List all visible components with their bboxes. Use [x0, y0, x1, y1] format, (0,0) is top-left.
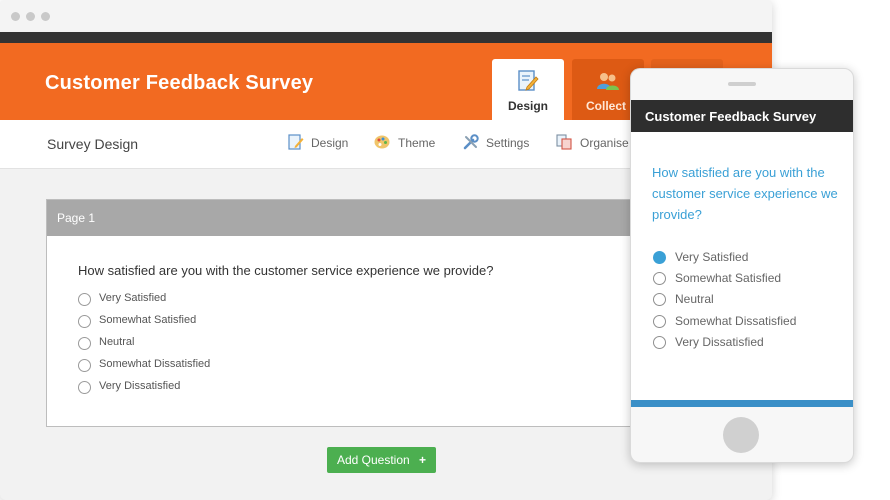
option-label: Somewhat Satisfied — [99, 314, 197, 326]
option-label: Somewhat Dissatisfied — [675, 314, 797, 328]
pencil-icon — [288, 134, 304, 150]
subnav-theme[interactable]: Theme — [398, 136, 435, 150]
radio-button[interactable] — [653, 293, 666, 306]
phone-home-button[interactable] — [723, 417, 759, 453]
phone-mockup: Customer Feedback Survey How satisfied a… — [630, 68, 854, 463]
radio-button[interactable] — [78, 381, 91, 394]
window-dot-2[interactable] — [26, 12, 35, 21]
pencil-paper-icon — [518, 70, 539, 91]
radio-button[interactable] — [78, 359, 91, 372]
radio-button[interactable] — [78, 337, 91, 350]
phone-title: Customer Feedback Survey — [645, 109, 817, 124]
subnav-organise[interactable]: Organise — [580, 136, 629, 150]
tab-design-label: Design — [507, 99, 548, 113]
radio-button[interactable] — [78, 293, 91, 306]
window-titlebar — [0, 0, 772, 32]
radio-button-selected[interactable] — [653, 251, 666, 264]
palette-icon — [374, 135, 390, 149]
option-label: Neutral — [675, 292, 714, 306]
option-label: Somewhat Dissatisfied — [99, 358, 211, 370]
option-label: Very Satisfied — [99, 292, 167, 304]
organise-icon — [556, 134, 572, 150]
subnav-settings[interactable]: Settings — [486, 136, 529, 150]
add-question-button[interactable]: Add Question + — [327, 447, 436, 473]
tools-icon — [463, 134, 479, 150]
subnav-design[interactable]: Design — [311, 136, 348, 150]
survey-page-card: Page 1 How satisfied are you with the cu… — [46, 199, 668, 427]
header-title: Customer Feedback Survey — [45, 72, 314, 94]
page-label: Page 1 — [57, 211, 96, 225]
phone-screen: Customer Feedback Survey How satisfied a… — [631, 100, 853, 407]
question-text: How satisfied are you with the customer … — [78, 263, 494, 278]
radio-button[interactable] — [653, 336, 666, 349]
window-dot-1[interactable] — [11, 12, 20, 21]
phone-bottom-bar — [631, 400, 853, 407]
page-header: Page 1 — [47, 200, 667, 236]
radio-button[interactable] — [78, 315, 91, 328]
plus-icon: + — [419, 453, 427, 467]
phone-question-text: How satisfied are you with the customer … — [652, 165, 838, 222]
option-label: Very Dissatisfied — [675, 335, 764, 349]
option-label: Somewhat Satisfied — [675, 271, 782, 285]
subnav-title: Survey Design — [47, 136, 139, 152]
phone-speaker — [728, 82, 756, 86]
add-question-label: Add Question — [336, 453, 410, 467]
radio-button[interactable] — [653, 315, 666, 328]
option-label: Neutral — [99, 336, 135, 348]
phone-header: Customer Feedback Survey — [631, 100, 853, 132]
radio-button[interactable] — [653, 272, 666, 285]
option-label: Very Satisfied — [675, 250, 749, 264]
window-dot-3[interactable] — [41, 12, 50, 21]
tab-design[interactable]: Design — [492, 59, 564, 120]
top-dark-bar — [0, 32, 772, 43]
users-icon — [597, 73, 619, 90]
option-label: Very Dissatisfied — [99, 380, 181, 392]
